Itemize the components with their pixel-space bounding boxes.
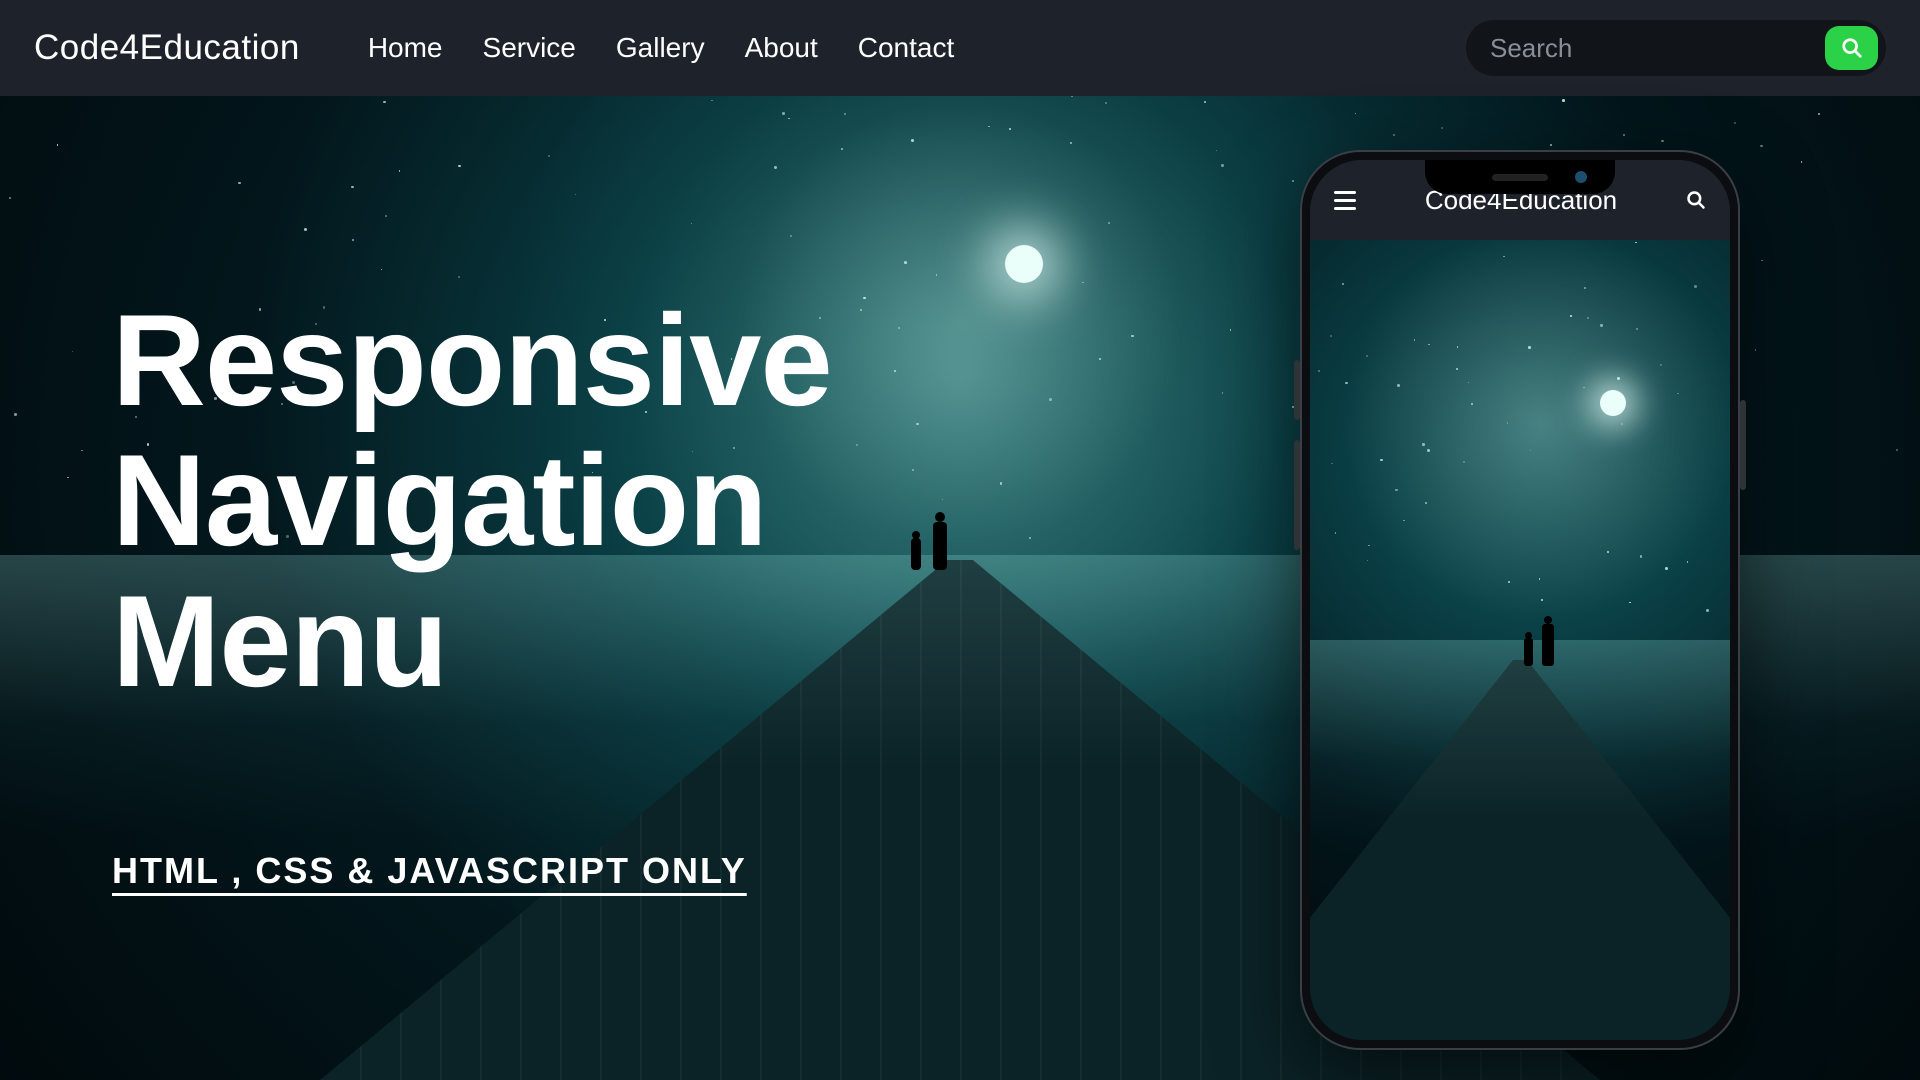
hero-line-1: Responsive <box>112 287 832 433</box>
phone-side-button <box>1294 360 1300 420</box>
silhouette-figure <box>1542 624 1554 666</box>
nav-menu: Home Service Gallery About Contact <box>368 32 954 64</box>
nav-link-about[interactable]: About <box>745 32 818 64</box>
search-input[interactable] <box>1490 33 1825 64</box>
nav-link-contact[interactable]: Contact <box>858 32 955 64</box>
navbar: Code4Education Home Service Gallery Abou… <box>0 0 1920 96</box>
nav-link-service[interactable]: Service <box>483 32 576 64</box>
phone-side-button <box>1294 440 1300 550</box>
phone-side-button <box>1740 400 1746 490</box>
silhouette-figure <box>1524 638 1533 666</box>
search-icon[interactable] <box>1686 190 1706 210</box>
moon <box>1600 390 1626 416</box>
phone-screen: Code4Education <box>1310 160 1730 1040</box>
hero-line-2: Navigation <box>112 427 767 573</box>
silhouette-figure <box>933 522 947 570</box>
search-container <box>1466 20 1886 76</box>
hero-line-3: Menu <box>112 568 447 714</box>
nav-link-gallery[interactable]: Gallery <box>616 32 705 64</box>
phone-mockup: Code4Education <box>1300 150 1740 1050</box>
hamburger-menu-icon[interactable] <box>1334 191 1356 210</box>
brand-logo[interactable]: Code4Education <box>34 28 300 68</box>
nav-link-home[interactable]: Home <box>368 32 443 64</box>
silhouette-figure <box>911 538 921 570</box>
search-button[interactable] <box>1825 26 1878 70</box>
hero-title: Responsive Navigation Menu <box>112 290 832 711</box>
search-icon <box>1841 37 1863 59</box>
hero-subtitle: HTML , CSS & JAVASCRIPT ONLY <box>112 850 747 892</box>
moon <box>1005 245 1043 283</box>
phone-notch <box>1425 160 1615 194</box>
